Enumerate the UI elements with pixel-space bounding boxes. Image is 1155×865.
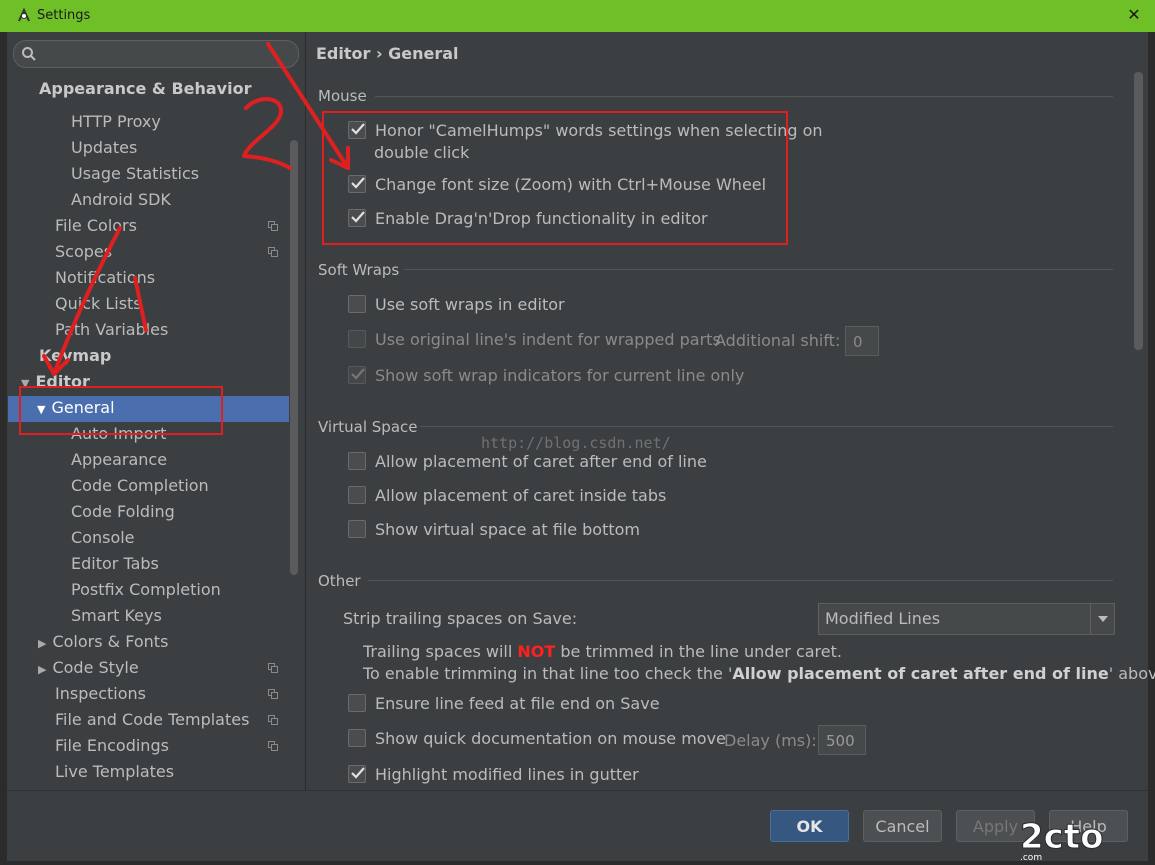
tree-item-code-style[interactable]: ▶ Code Style [38,655,139,681]
settings-search-field[interactable] [13,40,299,68]
strip-trailing-dropdown[interactable]: Modified Lines [818,603,1115,635]
tree-item-live-templates[interactable]: Live Templates [55,759,174,785]
additional-shift-label: Additional shift: [715,331,841,350]
trailing-note-line1: Trailing spaces will NOT be trimmed in t… [363,642,842,661]
section-separator [404,269,1113,270]
checkbox-wrap-indicators[interactable]: Show soft wrap indicators for current li… [348,364,744,388]
trailing-note-line2: To enable trimming in that line too chec… [363,664,1155,683]
checkbox-quick-doc[interactable]: Show quick documentation on mouse move [348,727,726,751]
project-scope-icon [268,715,278,725]
close-icon[interactable]: ✕ [1124,5,1144,25]
section-separator [368,580,1113,581]
window-edge [1148,32,1155,865]
checkbox-virtual-space-bottom[interactable]: Show virtual space at file bottom [348,518,640,542]
tree-item-notifications[interactable]: Notifications [55,265,155,291]
tree-item-code-completion[interactable]: Code Completion [71,473,209,499]
checkbox-caret-after-end[interactable]: Allow placement of caret after end of li… [348,450,707,474]
section-other: Other [318,572,361,590]
tree-item-postfix-completion[interactable]: Postfix Completion [71,577,221,603]
checkbox-caret-inside-tabs[interactable]: Allow placement of caret inside tabs [348,484,666,508]
tree-item-file-code-templates[interactable]: File and Code Templates [55,707,249,733]
checkbox-highlight-modified[interactable]: Highlight modified lines in gutter [348,763,639,787]
project-scope-icon [268,247,278,257]
delay-input[interactable]: 500 [818,725,866,755]
tree-item-scopes[interactable]: Scopes [55,239,112,265]
tree-scrollbar[interactable] [290,140,298,575]
checkbox-unchecked-icon [348,520,366,538]
tree-item-http-proxy[interactable]: HTTP Proxy [71,109,161,135]
annotation-box-general [19,386,223,435]
window-edge [0,32,7,865]
delay-label: Delay (ms): [724,731,817,750]
checkbox-unchecked-icon [348,729,366,747]
strip-trailing-value: Modified Lines [825,609,941,628]
checkbox-unchecked-icon [348,452,366,470]
tree-item-appearance[interactable]: Appearance [71,447,167,473]
project-scope-icon [268,689,278,699]
additional-shift-input[interactable]: 0 [845,326,879,356]
strip-trailing-label: Strip trailing spaces on Save: [343,609,578,628]
checkbox-unchecked-icon [348,330,366,348]
tree-item-path-variables[interactable]: Path Variables [55,317,168,343]
section-mouse: Mouse [318,87,367,105]
window-title: Settings [37,8,91,23]
section-separator [375,96,1113,97]
tree-item-console[interactable]: Console [71,525,135,551]
tree-item-smart-keys[interactable]: Smart Keys [71,603,162,629]
project-scope-icon [268,663,278,673]
tree-item-keymap[interactable]: Keymap [39,343,111,369]
collapsed-arrow-icon: ▶ [38,663,47,676]
tree-item-inspections[interactable]: Inspections [55,681,146,707]
site-logo-watermark: 2cto .com [1020,817,1104,863]
tree-item-android-sdk[interactable]: Android SDK [71,187,171,213]
annotation-box-mouse [322,111,788,245]
checkbox-unchecked-icon [348,486,366,504]
tree-item-colors-fonts[interactable]: ▶ Colors & Fonts [38,629,168,655]
checkbox-checked-icon [348,765,366,783]
project-scope-icon [268,221,278,231]
svg-text:.com: .com [1020,853,1042,862]
checkbox-unchecked-icon [348,694,366,712]
collapsed-arrow-icon: ▶ [38,637,47,650]
title-bar: Settings ✕ [0,0,1155,32]
checkbox-original-indent[interactable]: Use original line's indent for wrapped p… [348,328,721,352]
project-scope-icon [268,741,278,751]
checkbox-soft-wraps[interactable]: Use soft wraps in editor [348,293,565,317]
android-studio-icon [18,8,30,22]
dropdown-arrow-icon [1090,604,1115,634]
content-scrollbar[interactable] [1134,72,1143,350]
cancel-button[interactable]: Cancel [863,810,942,842]
tree-item-updates[interactable]: Updates [71,135,137,161]
tree-item-quick-lists[interactable]: Quick Lists [55,291,142,317]
checkbox-line-feed[interactable]: Ensure line feed at file end on Save [348,692,660,716]
tree-item-usage-statistics[interactable]: Usage Statistics [71,161,199,187]
section-virtual-space: Virtual Space [318,418,418,436]
tree-item-editor-tabs[interactable]: Editor Tabs [71,551,159,577]
checkbox-checked-icon [348,366,366,384]
section-soft-wraps: Soft Wraps [318,261,400,279]
tree-item-appearance-behavior[interactable]: Appearance & Behavior [39,76,251,102]
tree-item-file-colors[interactable]: File Colors [55,213,137,239]
svg-text:2cto: 2cto [1020,817,1103,857]
tree-item-file-encodings[interactable]: File Encodings [55,733,169,759]
tree-item-code-folding[interactable]: Code Folding [71,499,175,525]
ok-button[interactable]: OK [770,810,849,842]
page-title: Editor › General [316,44,459,63]
search-icon [22,47,36,61]
section-separator [420,426,1113,427]
panel-divider[interactable] [305,32,306,790]
checkbox-unchecked-icon [348,295,366,313]
